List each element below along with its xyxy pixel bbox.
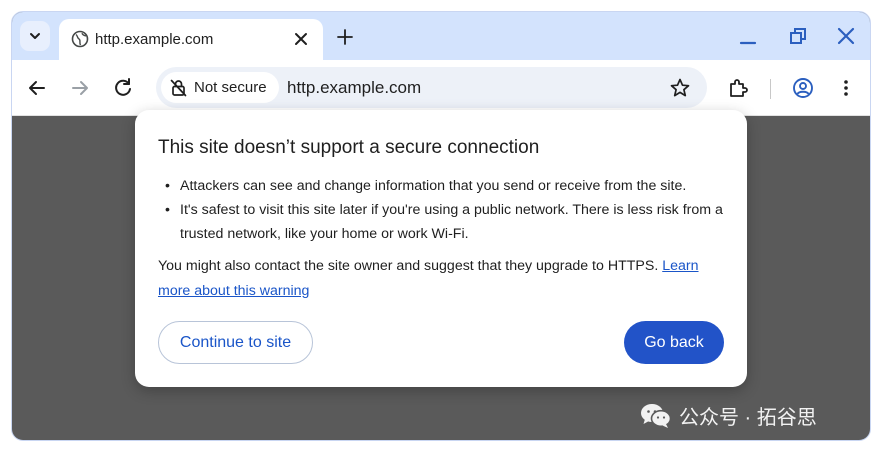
toolbar: Not secure http.example.com (12, 60, 870, 116)
continue-to-site-button[interactable]: Continue to site (158, 321, 313, 364)
reload-icon[interactable] (111, 76, 135, 100)
extensions-icon[interactable] (726, 76, 750, 100)
url-text[interactable]: http.example.com (287, 78, 421, 98)
globe-icon (71, 30, 89, 48)
active-tab[interactable]: http.example.com (59, 19, 323, 60)
go-back-button[interactable]: Go back (624, 321, 724, 364)
tab-title: http.example.com (95, 31, 214, 48)
not-secure-icon (170, 79, 187, 96)
more-icon[interactable] (834, 76, 858, 100)
note-text: You might also contact the site owner an… (158, 258, 659, 274)
security-chip[interactable]: Not secure (161, 72, 279, 103)
forward-icon[interactable] (68, 76, 92, 100)
close-window-icon[interactable] (834, 24, 858, 48)
warning-item: It's safest to visit this site later if … (164, 198, 724, 246)
dialog-title: This site doesn’t support a secure conne… (158, 137, 540, 158)
address-bar[interactable]: Not secure http.example.com (156, 67, 707, 108)
watermark-text: 公众号 · 拓谷思 (679, 407, 817, 429)
warning-list: Attackers can see and change information… (164, 174, 724, 246)
restore-icon[interactable] (786, 24, 810, 48)
plus-icon[interactable] (334, 26, 356, 48)
back-icon[interactable] (25, 76, 49, 100)
security-warning-dialog: This site doesn’t support a secure conne… (135, 110, 747, 387)
tab-search-button[interactable] (20, 21, 50, 51)
close-icon[interactable] (293, 31, 309, 47)
security-label: Not secure (194, 79, 267, 96)
watermark: 公众号 · 拓谷思 (640, 401, 817, 430)
chevron-down-icon (30, 33, 40, 39)
warning-item: Attackers can see and change information… (164, 174, 724, 198)
tab-strip: http.example.com (12, 12, 870, 60)
toolbar-divider (770, 79, 771, 99)
minimize-icon[interactable] (736, 24, 760, 48)
star-icon[interactable] (669, 77, 691, 99)
wechat-icon (641, 403, 672, 428)
dialog-note: You might also contact the site owner an… (158, 254, 724, 304)
profile-icon[interactable] (791, 76, 815, 100)
